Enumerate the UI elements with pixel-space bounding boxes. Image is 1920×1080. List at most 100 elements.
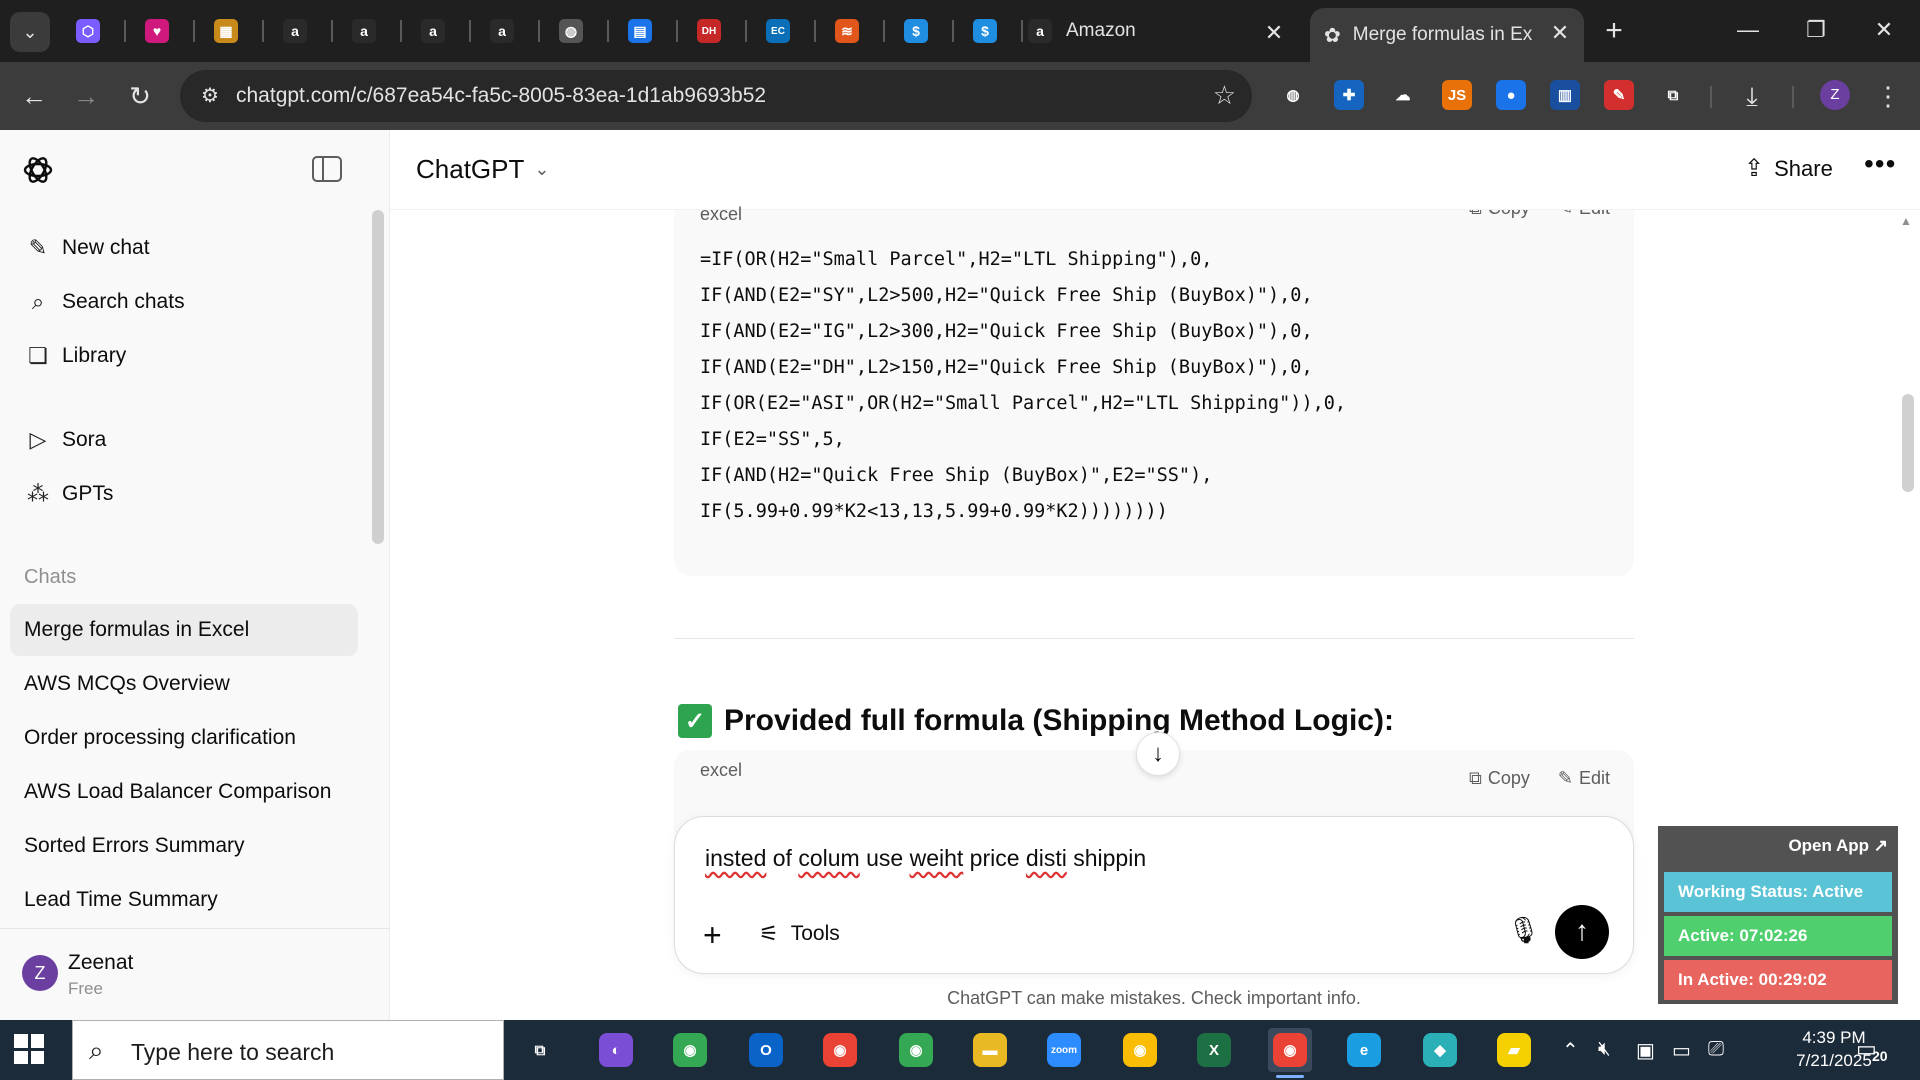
battery-icon[interactable]: ▭ bbox=[1672, 1038, 1691, 1063]
taskbar-app[interactable]: ◐ bbox=[594, 1028, 638, 1072]
pinned-tab[interactable]: a bbox=[413, 12, 453, 50]
pinned-tab[interactable]: ▤ bbox=[620, 12, 660, 50]
sidebar: ✎ New chat ⌕ Search chats ❏ Library ▷ So… bbox=[0, 130, 390, 1020]
prompt-word: shippin bbox=[1073, 845, 1147, 871]
pinned-tab[interactable]: ⬡ bbox=[68, 12, 108, 50]
sidebar-item-new-chat[interactable]: ✎ New chat bbox=[10, 224, 358, 272]
cloud-ext-icon[interactable]: ☁ bbox=[1388, 80, 1418, 110]
pinned-tab[interactable]: a bbox=[275, 12, 315, 50]
chat-item[interactable]: Order processing clarification bbox=[10, 712, 358, 764]
main-scrollbar[interactable] bbox=[1902, 394, 1914, 492]
chatgpt-logo-icon[interactable] bbox=[20, 152, 56, 188]
taskbar-search[interactable]: ⌕ Type here to search bbox=[72, 1020, 504, 1080]
taskbar-app[interactable]: ◉ bbox=[894, 1028, 938, 1072]
sidebar-item-gpts[interactable]: ⁂ GPTs bbox=[10, 470, 358, 518]
close-icon[interactable]: ✕ bbox=[1262, 20, 1286, 46]
scroll-to-bottom-button[interactable]: ↓ bbox=[1136, 732, 1180, 776]
pinned-tab[interactable]: EC bbox=[758, 12, 798, 50]
mute-icon[interactable]: 🔇︎ bbox=[1598, 1038, 1611, 1061]
profile-avatar[interactable]: Z bbox=[1820, 80, 1850, 110]
bookmark-star-icon[interactable]: ☆ bbox=[1213, 80, 1236, 111]
taskbar-app[interactable]: ◆ bbox=[1418, 1028, 1462, 1072]
model-picker[interactable]: ChatGPT ⌄ bbox=[416, 154, 549, 185]
open-app-link[interactable]: Open App ↗ bbox=[1788, 836, 1888, 856]
taskbar-app[interactable]: ▬ bbox=[968, 1028, 1012, 1072]
globe-ext-icon[interactable]: ◍ bbox=[1278, 80, 1308, 110]
taskbar-app[interactable]: ◉ bbox=[818, 1028, 862, 1072]
more-options-icon[interactable]: ••• bbox=[1864, 148, 1896, 180]
close-icon[interactable]: ✕ bbox=[1548, 20, 1572, 46]
sidebar-item-search-chats[interactable]: ⌕ Search chats bbox=[10, 278, 358, 326]
edge-icon: e bbox=[1347, 1033, 1381, 1067]
taskbar-app[interactable]: e bbox=[1342, 1028, 1386, 1072]
taskbar-app[interactable]: ▰ bbox=[1492, 1028, 1536, 1072]
meet-icon[interactable]: ▣ bbox=[1636, 1038, 1655, 1063]
user-menu[interactable]: Z Zeenat Free bbox=[0, 928, 390, 1020]
prompt-input[interactable]: insted of colum use weiht price disti sh… bbox=[705, 845, 1146, 872]
puzzle-icon[interactable]: ⧉ bbox=[1658, 80, 1688, 110]
pinned-tab[interactable]: DH bbox=[689, 12, 729, 50]
tab-amazon[interactable]: a Amazon ✕ bbox=[1028, 10, 1298, 52]
windows-start-icon[interactable] bbox=[14, 1034, 44, 1064]
edit-button[interactable]: ✎Edit bbox=[1558, 768, 1610, 789]
chat-item[interactable]: AWS Load Balancer Comparison bbox=[10, 766, 358, 818]
chart-ext-icon[interactable]: ▥ bbox=[1550, 80, 1580, 110]
code-language: excel bbox=[700, 204, 743, 224]
taskbar-app[interactable]: zoom bbox=[1042, 1028, 1086, 1072]
share-button[interactable]: ⇪ Share bbox=[1744, 154, 1833, 183]
taskbar-app[interactable]: ◉ bbox=[1118, 1028, 1162, 1072]
microphone-icon[interactable]: 🎙 bbox=[1507, 915, 1540, 946]
tab-divider bbox=[745, 20, 747, 42]
pinned-tab[interactable]: ◍ bbox=[551, 12, 591, 50]
close-window-button[interactable]: ✕ bbox=[1854, 12, 1914, 48]
plus-icon[interactable]: + bbox=[703, 917, 722, 954]
pinned-tab[interactable]: ▦ bbox=[206, 12, 246, 50]
network-icon[interactable]: ⎚ bbox=[1708, 1038, 1724, 1061]
pinned-tab[interactable]: a bbox=[344, 12, 384, 50]
address-bar[interactable]: ⚙ chatgpt.com/c/687ea54c-fa5c-8005-83ea-… bbox=[180, 70, 1252, 122]
scroll-up-icon[interactable]: ▲ bbox=[1900, 214, 1912, 228]
restore-button[interactable]: ❐ bbox=[1786, 12, 1846, 48]
url-text[interactable]: chatgpt.com/c/687ea54c-fa5c-8005-83ea-1d… bbox=[236, 84, 766, 108]
taskbar-app[interactable]: O bbox=[744, 1028, 788, 1072]
plus-ext-icon[interactable]: ✚ bbox=[1334, 80, 1364, 110]
taskbar-app[interactable]: ◉ bbox=[1268, 1028, 1312, 1078]
sidebar-item-library[interactable]: ❏ Library bbox=[10, 332, 358, 380]
tab-search-button[interactable]: ⌄ bbox=[10, 12, 50, 52]
sidebar-item-sora[interactable]: ▷ Sora bbox=[10, 416, 358, 464]
new-tab-button[interactable]: + bbox=[1596, 14, 1632, 50]
chat-item[interactable]: Merge formulas in Excel bbox=[10, 604, 358, 656]
back-button[interactable]: ← bbox=[14, 76, 54, 116]
chevron-up-icon[interactable]: ⌃ bbox=[1562, 1038, 1579, 1063]
tools-button[interactable]: ⚟ Tools bbox=[759, 921, 840, 947]
copy-button[interactable]: ⧉Copy bbox=[1469, 768, 1530, 789]
message-composer[interactable]: insted of colum use weiht price disti sh… bbox=[674, 816, 1634, 974]
reload-button[interactable]: ↻ bbox=[120, 76, 160, 116]
chat-item[interactable]: AWS MCQs Overview bbox=[10, 658, 358, 710]
minimize-button[interactable]: — bbox=[1718, 12, 1778, 48]
tab-divider bbox=[400, 20, 402, 42]
send-button[interactable]: ↑ bbox=[1555, 905, 1609, 959]
pinned-tab[interactable]: a bbox=[482, 12, 522, 50]
tab-merge-formulas[interactable]: ✿ Merge formulas in Exc ✕ bbox=[1310, 8, 1584, 62]
circle-ext-icon[interactable]: ● bbox=[1496, 80, 1526, 110]
js-ext-icon[interactable]: JS bbox=[1442, 80, 1472, 110]
forward-button[interactable]: → bbox=[66, 76, 106, 116]
chat-item[interactable]: Lead Time Summary bbox=[10, 874, 358, 926]
notification-icon[interactable]: ▭ 20 bbox=[1856, 1036, 1896, 1066]
pen-ext-icon[interactable]: ✎ bbox=[1604, 80, 1634, 110]
pinned-tab[interactable]: ♥ bbox=[137, 12, 177, 50]
pinned-tab[interactable]: $ bbox=[896, 12, 936, 50]
sidebar-toggle-icon[interactable] bbox=[312, 156, 342, 182]
pinned-tab[interactable]: $ bbox=[965, 12, 1005, 50]
sidebar-scrollbar[interactable] bbox=[372, 210, 384, 544]
pinned-tab[interactable]: ≋ bbox=[827, 12, 867, 50]
download-icon[interactable]: ⤓ bbox=[1734, 78, 1770, 114]
menu-kebab-icon[interactable]: ⋮ bbox=[1870, 78, 1906, 114]
chat-item[interactable]: Sorted Errors Summary bbox=[10, 820, 358, 872]
taskbar-app[interactable]: X bbox=[1192, 1028, 1236, 1072]
search-placeholder[interactable]: Type here to search bbox=[131, 1039, 334, 1066]
taskbar-app[interactable]: ⧉ bbox=[518, 1028, 562, 1072]
site-info-icon[interactable]: ⚙ bbox=[196, 82, 224, 110]
taskbar-app[interactable]: ◉ bbox=[668, 1028, 712, 1072]
